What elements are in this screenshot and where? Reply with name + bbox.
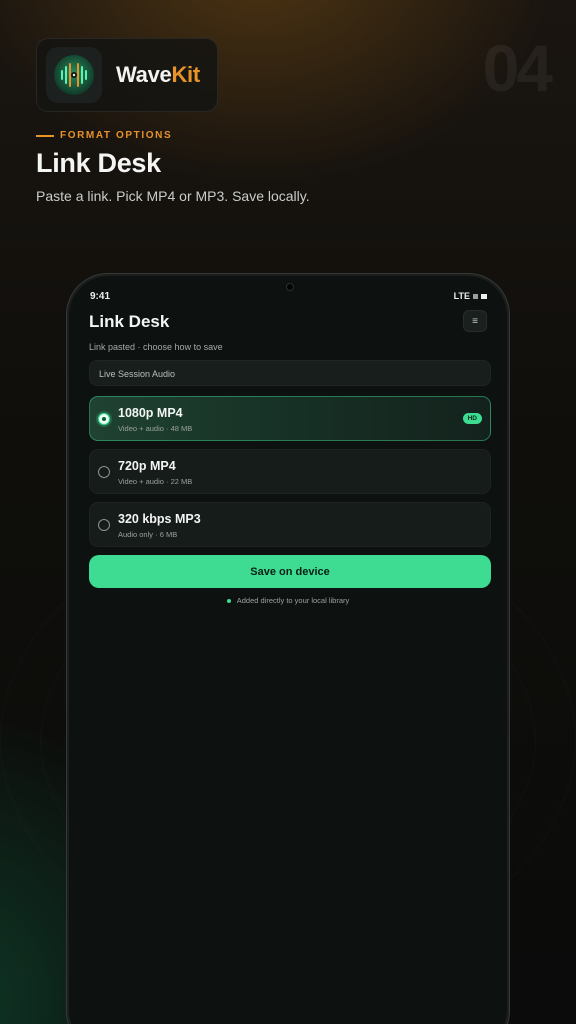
eyebrow-line bbox=[36, 134, 54, 137]
page-subtitle: Paste a link. Pick MP4 or MP3. Save loca… bbox=[36, 188, 310, 204]
signal-icon bbox=[473, 293, 478, 299]
eyebrow: FORMAT OPTIONS bbox=[36, 130, 172, 141]
option-title: 320 kbps MP3 bbox=[118, 512, 201, 526]
option-subtitle: Video + audio · 22 MB bbox=[118, 477, 193, 486]
app-title: Link Desk bbox=[89, 312, 170, 331]
brand-name-part2: Kit bbox=[171, 62, 200, 87]
save-on-device-button[interactable]: Save on device bbox=[89, 555, 491, 588]
status-time: 9:41 bbox=[90, 291, 111, 302]
radio-selected-icon[interactable] bbox=[98, 413, 110, 425]
option-subtitle: Audio only · 6 MB bbox=[118, 530, 178, 539]
link-status-caption: Link pasted · choose how to save bbox=[89, 342, 223, 352]
save-note-text: Added directly to your local library bbox=[236, 596, 350, 605]
menu-button[interactable]: ≡ bbox=[463, 310, 487, 332]
format-option-1080p[interactable]: 1080p MP4 Video + audio · 48 MB HD bbox=[89, 396, 491, 441]
hd-badge: HD bbox=[462, 413, 482, 424]
option-subtitle: Video + audio · 48 MB bbox=[118, 424, 193, 433]
waveform-icon bbox=[46, 47, 102, 103]
brand-name: WaveKit bbox=[116, 62, 200, 88]
menu-icon: ≡ bbox=[472, 315, 478, 327]
status-network: LTE bbox=[454, 291, 487, 301]
step-number: 04 bbox=[482, 31, 553, 105]
phone-screen: 9:41 LTE Link Desk ≡ Link pasted · choos… bbox=[69, 276, 507, 1024]
brand-card: WaveKit bbox=[36, 38, 218, 112]
status-dot-icon bbox=[226, 599, 231, 604]
radio-unselected-icon[interactable] bbox=[98, 519, 110, 531]
format-option-mp3[interactable]: 320 kbps MP3 Audio only · 6 MB bbox=[89, 502, 491, 547]
network-label: LTE bbox=[453, 291, 470, 301]
file-name-field[interactable]: Live Session Audio bbox=[89, 360, 491, 386]
eyebrow-text: FORMAT OPTIONS bbox=[60, 130, 173, 141]
page-headline: Link Desk bbox=[36, 148, 161, 178]
camera-icon bbox=[286, 283, 294, 291]
option-title: 720p MP4 bbox=[118, 459, 176, 473]
option-title: 1080p MP4 bbox=[118, 406, 183, 420]
brand-name-part1: Wave bbox=[116, 62, 172, 87]
battery-icon bbox=[481, 293, 487, 299]
save-note: Added directly to your local library bbox=[69, 596, 507, 605]
radio-unselected-icon[interactable] bbox=[98, 466, 110, 478]
phone-frame: 9:41 LTE Link Desk ≡ Link pasted · choos… bbox=[66, 273, 510, 1024]
format-option-720p[interactable]: 720p MP4 Video + audio · 22 MB bbox=[89, 449, 491, 494]
